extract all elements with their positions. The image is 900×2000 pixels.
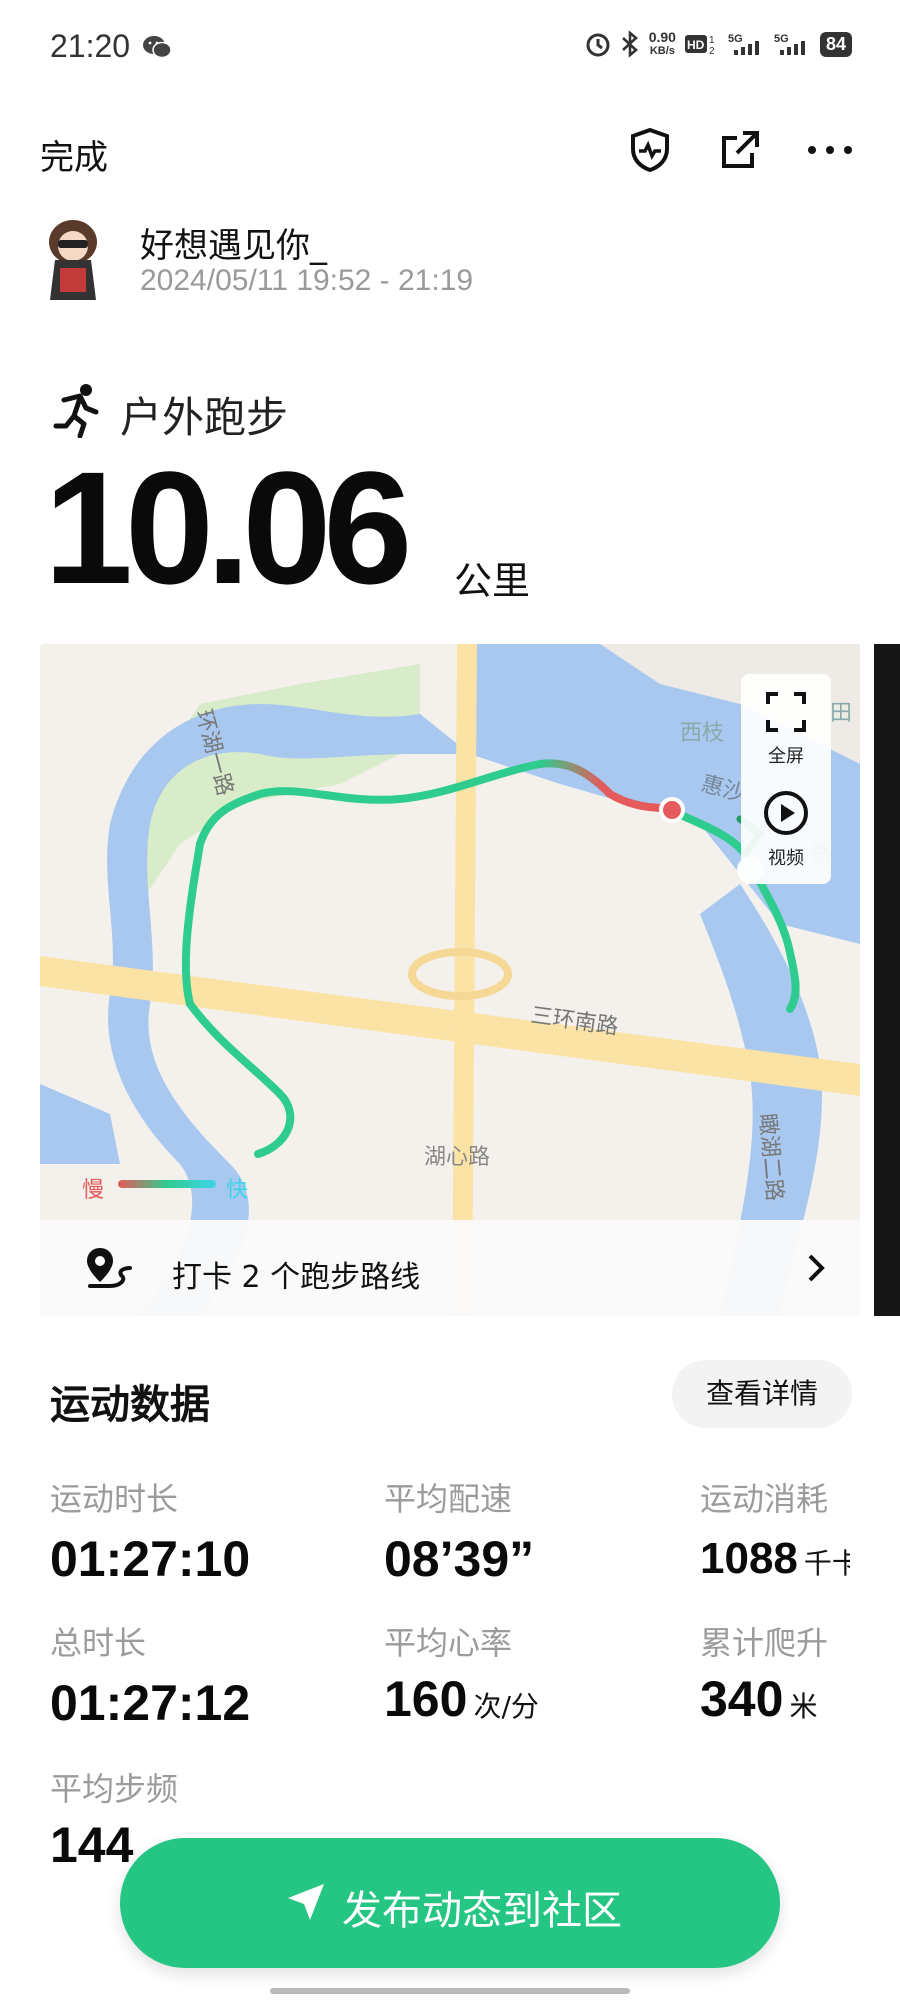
net-speed-unit: KB/s — [649, 45, 675, 57]
stat-unit: 千卡 — [803, 1547, 850, 1580]
map-label-road-3: 湖心路 — [424, 1145, 490, 1170]
activity-type: 户外跑步 — [120, 393, 289, 442]
route-map[interactable]: 环湖一路 三环南路 湖心路 瞰湖二路 西枝 惠沙 路 田 全屏 视频 慢 快 — [40, 644, 860, 1316]
stat-value-total-duration: 01:27:12 — [50, 1674, 250, 1732]
status-bar: 21:20 0.90 KB/s HD 1 2 5G 5G 84 — [0, 0, 900, 100]
wechat-icon — [143, 36, 172, 59]
stat-value-avg-pace: 08’39” — [384, 1530, 534, 1588]
checkin-routes-row[interactable]: 打卡 2 个跑步路线 — [40, 1220, 860, 1316]
stat-unit: 米 — [789, 1690, 818, 1723]
more-icon[interactable] — [806, 126, 854, 174]
stat-label-duration: 运动时长 — [50, 1480, 179, 1518]
fullscreen-label: 全屏 — [768, 746, 804, 767]
done-button[interactable]: 完成 — [40, 130, 108, 179]
stat-label-avg-heart-rate: 平均心率 — [384, 1624, 513, 1662]
stat-number: 01:27:12 — [50, 1675, 251, 1731]
status-time: 21:20 — [50, 28, 131, 64]
net-speed-value: 0.90 — [648, 29, 676, 45]
stat-label-elevation-gain: 累计爬升 — [700, 1624, 829, 1662]
svg-text:HD: HD — [687, 38, 705, 52]
distance-unit: 公里 — [454, 559, 531, 603]
stat-number: 01:27:10 — [50, 1531, 251, 1587]
stat-value-duration: 01:27:10 — [50, 1530, 250, 1588]
fullscreen-button[interactable]: 全屏 — [741, 690, 831, 768]
distance-value: 10.06 — [44, 438, 412, 617]
bluetooth-icon — [621, 30, 638, 58]
net-speed: 0.90 KB/s — [649, 30, 676, 58]
activity-time-range: 2024/05/11 19:52 - 21:19 — [140, 264, 474, 297]
stat-number: 340 — [700, 1671, 784, 1727]
5g-signal-icon: 5G — [774, 33, 805, 55]
stat-number: 08’39” — [384, 1531, 535, 1587]
stat-label-avg-cadence: 平均步频 — [50, 1770, 179, 1808]
stat-value-avg-heart-rate: 160 次/分 — [384, 1670, 539, 1728]
view-details-button[interactable]: 查看详情 — [672, 1360, 852, 1428]
svg-text:5G: 5G — [774, 33, 789, 45]
map-label-place-1: 西枝 — [680, 721, 724, 746]
stat-label-total-duration: 总时长 — [50, 1624, 147, 1662]
svg-text:2: 2 — [709, 46, 715, 57]
battery-indicator: 84 — [819, 31, 852, 57]
svg-text:1: 1 — [709, 35, 715, 46]
map-controls: 全屏 视频 — [741, 674, 831, 884]
end-marker — [659, 797, 685, 823]
svg-text:5G: 5G — [728, 33, 743, 45]
hd-icon: HD 1 2 — [684, 35, 715, 57]
video-button[interactable]: 视频 — [741, 790, 831, 870]
alarm-icon — [586, 33, 610, 57]
map-canvas[interactable]: 环湖一路 三环南路 湖心路 瞰湖二路 西枝 惠沙 路 田 — [40, 644, 860, 1316]
svg-text:~: ~ — [84, 263, 91, 272]
next-card-edge — [874, 644, 900, 1316]
share-icon[interactable] — [716, 126, 764, 174]
stat-label-avg-pace: 平均配速 — [384, 1480, 513, 1518]
checkin-text: 打卡 2 个跑步路线 — [172, 1260, 421, 1295]
pace-legend-fast: 快 — [226, 1178, 249, 1203]
stat-value-elevation-gain: 340 米 — [700, 1670, 817, 1728]
video-label: 视频 — [768, 848, 804, 869]
5g-signal-icon: 5G — [728, 33, 759, 55]
publish-to-community-button[interactable]: 发布动态到社区 — [120, 1838, 780, 1968]
stat-unit: 次/分 — [473, 1690, 539, 1723]
shield-heart-icon[interactable] — [626, 126, 674, 174]
running-icon — [53, 384, 99, 438]
status-icons: 0.90 KB/s HD 1 2 5G 5G 84 — [585, 30, 852, 58]
stat-number: 1088 — [700, 1534, 798, 1583]
pace-legend-bar — [118, 1180, 216, 1188]
publish-label: 发布动态到社区 — [342, 1888, 622, 1934]
fullscreen-icon — [766, 692, 806, 732]
stat-value-calories: 1088 千卡 — [700, 1534, 850, 1584]
section-title: 运动数据 — [50, 1382, 210, 1428]
route-pin-icon — [87, 1248, 132, 1288]
pace-legend-slow: 慢 — [82, 1178, 105, 1203]
stat-label-calories: 运动消耗 — [700, 1480, 829, 1518]
map-label-place-4: 田 — [830, 701, 852, 726]
stat-number: 160 — [384, 1671, 468, 1727]
stat-value-avg-cadence: 144 — [50, 1816, 133, 1874]
play-icon — [764, 791, 808, 835]
chevron-right-icon — [808, 1254, 825, 1282]
home-indicator[interactable] — [270, 1988, 630, 1994]
send-icon — [288, 1884, 324, 1920]
avatar[interactable]: ~ — [40, 214, 106, 300]
stat-number: 144 — [50, 1817, 134, 1873]
username: 好想遇见你_ — [140, 226, 327, 266]
